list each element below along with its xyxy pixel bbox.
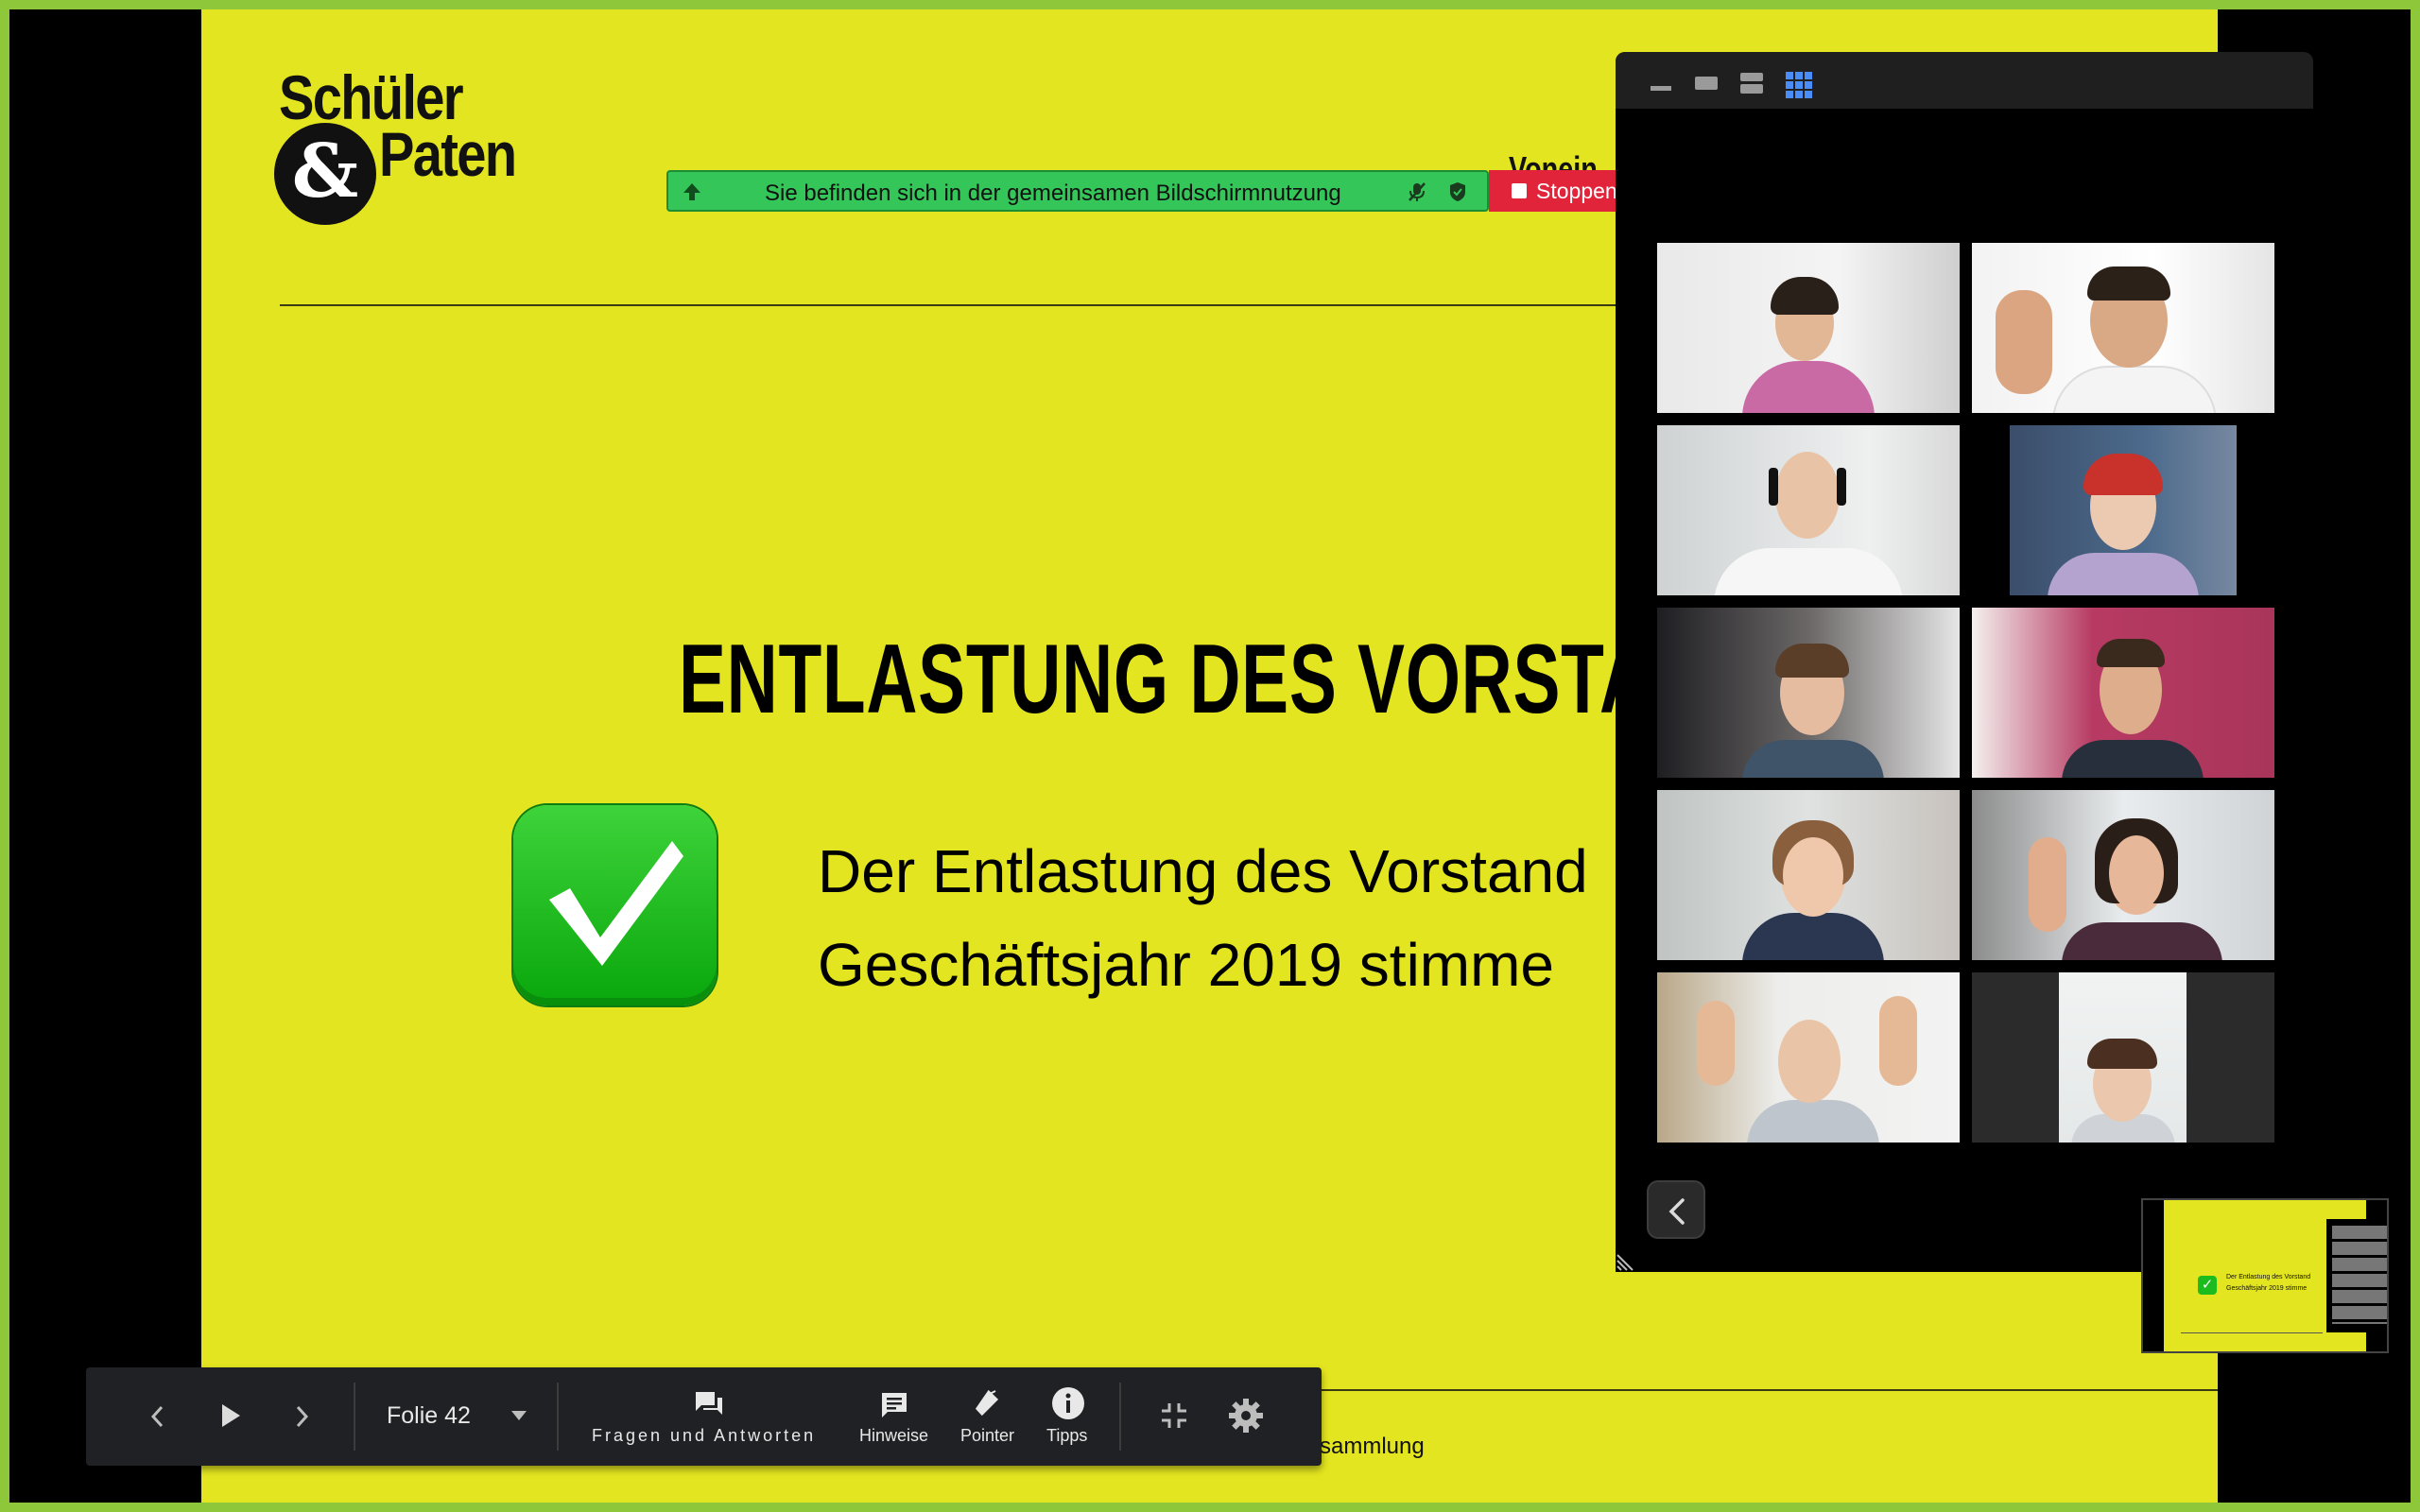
participant-video-tile[interactable] [1972, 608, 2274, 778]
laser-pointer-icon [975, 1389, 999, 1417]
shield-icon[interactable] [1446, 180, 1469, 203]
shared-screen-thumbnail[interactable]: ✓ Der Entlastung des Vorstand Geschäftsj… [2141, 1198, 2389, 1353]
slide-body-line-2: Geschäftsjahr 2019 stimme [818, 931, 1554, 999]
slide-body-line-1: Der Entlastung des Vorstand [818, 837, 1588, 905]
presenter-toolbar: Folie 42 Fragen und Antworten Hinweise P… [86, 1367, 1322, 1466]
screen-share-banner[interactable]: Sie befinden sich in der gemeinsamen Bil… [666, 170, 1489, 212]
toolbar-separator [354, 1383, 355, 1451]
chevron-left-icon [1668, 1198, 1685, 1225]
single-view-icon[interactable] [1694, 71, 1719, 95]
thumbnail-line-2: Geschäftsjahr 2019 stimme [2226, 1285, 2308, 1292]
qa-label: Fragen und Antworten [592, 1426, 817, 1445]
previous-slide-button[interactable] [148, 1403, 167, 1430]
participant-video-tile[interactable] [1657, 790, 1960, 960]
share-arrow-icon [683, 183, 700, 200]
notes-label: Hinweise [859, 1426, 929, 1445]
participant-video-tile[interactable] [1972, 972, 2274, 1143]
tips-label: Tipps [1046, 1426, 1088, 1445]
slide-title: ENTLASTUNG DES VORSTANI [679, 625, 1724, 734]
slide-divider-bottom [1307, 1389, 2218, 1391]
collapse-gallery-button[interactable] [1647, 1180, 1705, 1239]
participant-video-tile[interactable] [1657, 972, 1960, 1143]
video-gallery-window[interactable] [1616, 52, 2313, 1272]
info-icon [1052, 1387, 1084, 1419]
speaker-view-icon[interactable] [1739, 71, 1764, 95]
next-slide-button[interactable] [292, 1403, 311, 1430]
participant-video-tile[interactable] [1972, 790, 2274, 960]
gallery-header [1616, 52, 2313, 109]
toolbar-separator [557, 1383, 559, 1451]
participant-video-tile[interactable] [1657, 425, 1960, 595]
resize-handle-icon[interactable] [1616, 1247, 1640, 1272]
slide-footer-text: sammlung [1320, 1434, 1425, 1459]
stop-share-button[interactable]: Stoppen [1489, 170, 1621, 212]
thumbnail-check-icon: ✓ [2198, 1276, 2217, 1295]
toolbar-separator [1119, 1383, 1121, 1451]
participant-video-tile[interactable] [1972, 243, 2274, 413]
logo-ampersand-circle: & [274, 123, 376, 225]
notes-icon [882, 1393, 907, 1418]
slide-number-label: Folie 42 [387, 1402, 471, 1429]
pointer-label: Pointer [960, 1426, 1015, 1445]
participant-video-tile[interactable] [1657, 243, 1960, 413]
participant-video-tile[interactable] [1657, 608, 1960, 778]
settings-gear-icon[interactable] [1228, 1398, 1264, 1434]
thumbnail-line-1: Der Entlastung des Vorstand [2226, 1274, 2311, 1280]
stop-square-icon [1512, 183, 1527, 198]
minimize-icon[interactable] [1649, 71, 1673, 95]
play-button[interactable] [218, 1401, 243, 1430]
exit-fullscreen-icon[interactable] [1160, 1401, 1188, 1430]
check-mark-icon [513, 805, 717, 1005]
share-banner-text: Sie befinden sich in der gemeinsamen Bil… [765, 180, 1341, 206]
gallery-view-icon[interactable] [1785, 71, 1813, 99]
slide-list-dropdown-icon[interactable] [510, 1409, 528, 1422]
qa-chat-icon [696, 1392, 722, 1415]
stop-share-label: Stoppen [1536, 179, 1617, 203]
logo-word-paten: Paten [379, 119, 517, 189]
participant-video-tile[interactable] [1972, 425, 2274, 595]
mic-off-icon[interactable] [1406, 180, 1428, 203]
